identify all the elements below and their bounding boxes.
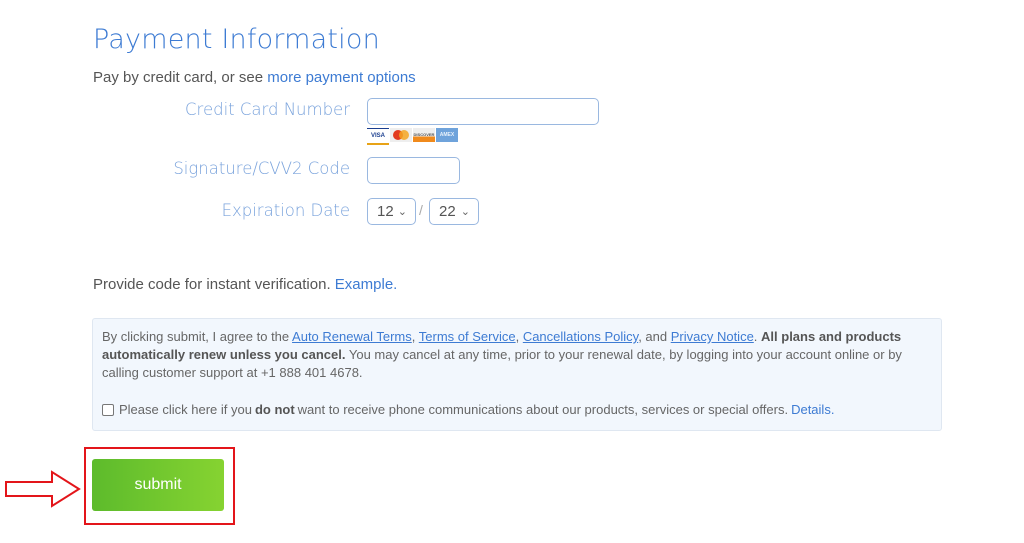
sep: .: [753, 329, 762, 344]
example-link[interactable]: Example.: [335, 276, 398, 293]
date-separator: /: [419, 202, 423, 218]
subtitle: Pay by credit card, or see more payment …: [93, 69, 416, 86]
credit-card-input[interactable]: [367, 98, 599, 125]
expiration-year-select[interactable]: 22 ⌄: [429, 198, 479, 225]
opt-out-text-2: want to receive phone communications abo…: [297, 402, 789, 417]
chevron-down-icon: ⌄: [460, 206, 470, 218]
accepted-cards: VISA DISCOVER AMEX: [367, 128, 458, 145]
cancellations-policy-link[interactable]: Cancellations Policy: [523, 329, 638, 344]
details-link[interactable]: Details.: [791, 401, 834, 419]
opt-out-bold: do not: [254, 402, 295, 417]
phone-opt-out: Please click here if you do not want to …: [102, 401, 932, 419]
subtitle-text: Pay by credit card, or see: [93, 69, 268, 86]
amex-icon: AMEX: [436, 128, 458, 142]
cvv-label: Signature/CVV2 Code: [173, 159, 350, 178]
more-payment-options-link[interactable]: more payment options: [267, 69, 415, 86]
terms-box: By clicking submit, I agree to the Auto …: [92, 318, 942, 431]
arrow-right-icon: [5, 470, 81, 508]
chevron-down-icon: ⌄: [397, 206, 407, 218]
discover-icon: DISCOVER: [413, 128, 435, 142]
page-title: Payment Information: [93, 24, 380, 55]
verification-text: Provide code for instant verification.: [93, 276, 335, 293]
terms-of-service-link[interactable]: Terms of Service: [419, 329, 516, 344]
month-value: 12: [377, 203, 394, 220]
year-value: 22: [439, 203, 456, 220]
verification-note: Provide code for instant verification. E…: [93, 276, 397, 293]
phone-opt-out-checkbox[interactable]: [102, 404, 114, 416]
credit-card-label: Credit Card Number: [185, 100, 350, 119]
expiration-month-select[interactable]: 12 ⌄: [367, 198, 416, 225]
opt-out-text: Please click here if you: [119, 402, 252, 417]
sep: ,: [515, 329, 523, 344]
sep: ,: [411, 329, 419, 344]
terms-text: By clicking submit, I agree to the Auto …: [102, 328, 932, 382]
sep: , and: [638, 329, 671, 344]
expiration-label: Expiration Date: [221, 201, 350, 220]
cvv-input[interactable]: [367, 157, 460, 184]
auto-renewal-terms-link[interactable]: Auto Renewal Terms: [292, 329, 412, 344]
highlight-box: [84, 447, 235, 525]
privacy-notice-link[interactable]: Privacy Notice: [671, 329, 754, 344]
terms-intro: By clicking submit, I agree to the: [102, 329, 293, 344]
mastercard-icon: [390, 128, 412, 142]
visa-icon: VISA: [367, 128, 389, 145]
